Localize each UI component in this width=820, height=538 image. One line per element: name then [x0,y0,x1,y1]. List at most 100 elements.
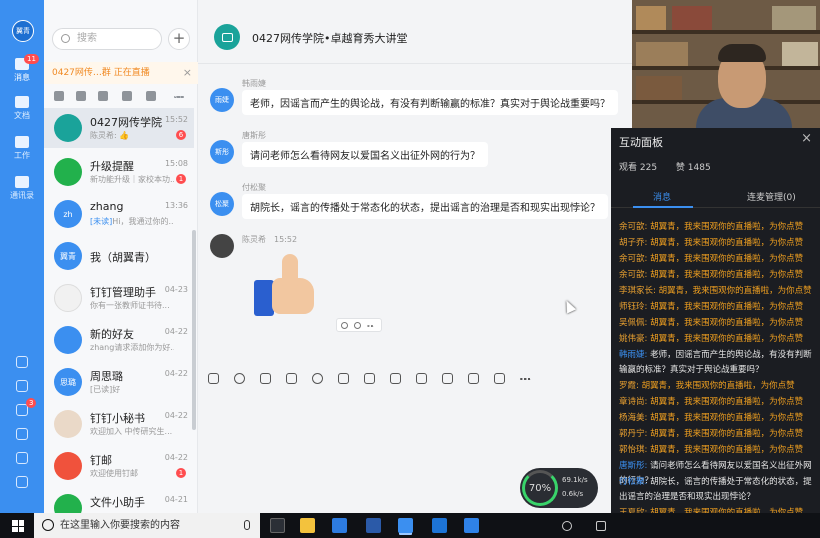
avatar[interactable]: 松聚 [210,192,234,216]
taskbar-search[interactable]: 在这里输入你要搜索的内容 [34,513,260,538]
rail-item-docs[interactable]: 文档 [0,96,44,121]
calendar-icon[interactable] [364,373,375,384]
store-icon[interactable] [332,518,347,533]
word-icon[interactable] [366,518,381,533]
rail-item-messages[interactable]: 消息 11 [0,54,44,83]
network-monitor[interactable]: 70% 69.1k/s 0.6k/s [520,468,598,508]
emoji-icon[interactable] [234,373,245,384]
at-icon[interactable] [312,373,323,384]
comment-text: 胡翼青，我来围观你的直播啦，为你点赞 [647,318,804,328]
close-icon[interactable]: × [801,131,812,146]
mail-icon[interactable] [16,452,28,464]
more-apps-icon[interactable] [16,476,28,488]
comment-user[interactable]: 付松聚: [619,477,647,487]
at-icon[interactable] [54,91,64,101]
tab-mic-manage[interactable]: 连麦管理(0) [747,190,796,203]
panel-tabs: 消息 连麦管理(0) [611,184,820,208]
list-item[interactable]: 文件小助手 04-21 [44,488,194,513]
folder-icon[interactable] [338,373,349,384]
my-avatar[interactable]: 翼青 [12,20,34,42]
start-button[interactable] [12,520,24,532]
comment-user[interactable]: 郭丹宁: [619,429,647,439]
rail-item-contacts[interactable]: 通讯录 [0,176,44,201]
ding-icon[interactable] [416,373,427,384]
close-icon[interactable]: × [183,62,192,84]
list-item[interactable]: 钉钉管理助手 你有一张教师证书待... 04-23 [44,278,194,318]
people-icon[interactable] [562,521,572,531]
comment-item: 李琪家长: 胡翼青，我来围观你的直播啦，为你点赞 [619,284,817,299]
comment-user[interactable]: 师钰玲: [619,302,647,312]
task-view-icon[interactable] [270,518,285,533]
comment-user[interactable]: 余可歆: [619,270,647,280]
file-icon[interactable] [146,91,156,101]
call-icon[interactable] [442,373,453,384]
list-item[interactable]: 翼青 我（胡翼青） [44,236,194,276]
mouse-cursor [561,298,577,314]
like-icon[interactable] [260,373,271,384]
list-item[interactable]: 思璐 周思璐 [已读]好 04-22 [44,362,194,402]
sender-name: 陈灵希 15:52 [242,234,297,245]
add-button[interactable]: + [168,28,190,50]
clock-icon[interactable] [98,91,108,101]
list-item[interactable]: 新的好友 zhang请求添加你为好... 04-22 [44,320,194,360]
more-icon[interactable] [520,378,531,380]
tab-messages[interactable]: 消息 [653,190,671,203]
comment-user[interactable]: 韩雨婕: [619,350,647,360]
comment-user[interactable]: 余可歆: [619,254,647,264]
comment-user[interactable]: 胡子乔: [619,238,647,248]
conv-time: 04-22 [164,327,188,336]
tray-icon[interactable] [596,521,606,531]
live-banner[interactable]: 0427网传…群 正在直播 × [44,62,198,84]
comment-user[interactable]: 杨海美: [619,413,647,423]
avatar[interactable]: 雨婕 [210,88,234,112]
comment-user[interactable]: 章诗尚: [619,397,647,407]
app-icon[interactable] [432,518,447,533]
avatar [54,284,82,312]
mic-icon[interactable] [244,520,250,530]
comment-user[interactable]: 吴佩佩: [619,318,647,328]
avatar[interactable]: 斯彤 [210,140,234,164]
list-scrollbar[interactable] [192,230,196,430]
calendar-icon[interactable] [16,356,28,368]
reply-icon[interactable] [354,322,361,329]
emoji-reaction-icon[interactable] [341,322,348,329]
live-icon[interactable] [468,373,479,384]
comment-user[interactable]: 郭怡琪: [619,445,647,455]
dingtalk-icon[interactable] [398,518,413,533]
comment-user[interactable]: 罗霞: [619,381,639,391]
comment-user[interactable]: 姚伟豪: [619,334,647,344]
comment-user[interactable]: 李琪家长: [619,286,656,296]
books [636,42,688,66]
mail-icon[interactable] [494,373,505,384]
search-input[interactable]: 搜索 [52,28,162,50]
scissors-icon[interactable] [286,373,297,384]
more-icon[interactable] [367,325,374,327]
list-item[interactable]: 钉钉小秘书 欢迎加入 中传研究生... 04-22 [44,404,194,444]
group-avatar [54,114,82,142]
list-item[interactable]: 钉邮 欢迎使用钉邮 04-22 1 [44,446,194,486]
task-icon[interactable] [390,373,401,384]
comment-user[interactable]: 唐斯彤: [619,461,647,471]
list-item[interactable]: zh zhang [未读]Hi，我通过你的... 13:36 [44,194,194,234]
explorer-icon[interactable] [300,518,315,533]
avatar[interactable] [210,234,234,258]
comment-text: 胡翼青，我来围观你的直播啦，为你点赞 [647,254,804,264]
sender-name: 付松聚 [242,183,266,192]
comment-text: 胡院长，谣言的传播处于常态化的状态，提出谣言的治理是否和现实出现悖论？ [619,477,812,502]
upgrade-icon [54,158,82,186]
video-app-icon[interactable] [464,518,479,533]
calendar-icon[interactable] [122,91,132,101]
todo-icon[interactable] [16,380,28,392]
rail-label: 工作 [14,151,30,160]
list-item[interactable]: 升级提醒 新功能升级｜家校本功... 15:08 1 [44,152,194,192]
comment-user[interactable]: 余可歆: [619,222,647,232]
rail-item-work[interactable]: 工作 [0,136,44,161]
message-actions [336,318,382,332]
gif-icon[interactable] [208,373,219,384]
phone-icon[interactable] [16,428,28,440]
star-icon[interactable] [76,91,86,101]
live-video[interactable] [632,0,820,128]
more-icon[interactable] [174,96,184,98]
list-item[interactable]: 0427网传学院•... 陈灵希: 👍 15:52 6 [44,108,194,148]
group-avatar[interactable] [214,24,240,50]
